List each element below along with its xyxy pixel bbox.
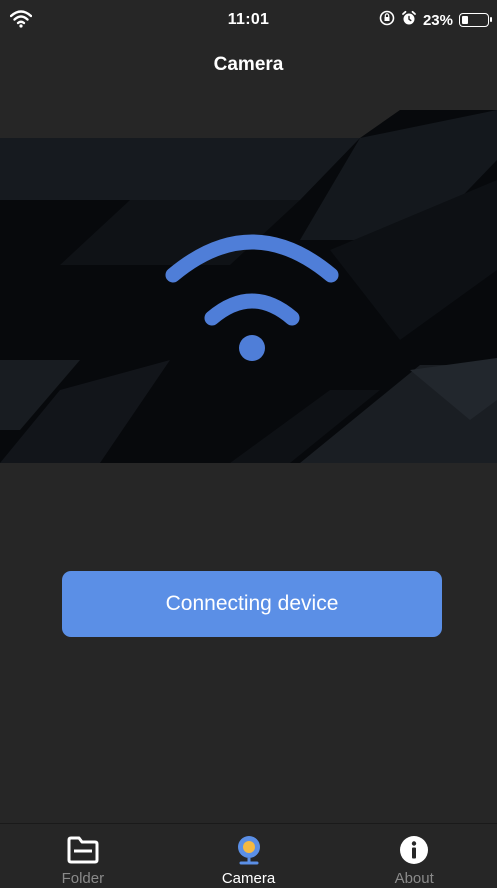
info-icon bbox=[398, 834, 430, 866]
tab-folder[interactable]: Folder bbox=[0, 824, 166, 888]
camera-icon bbox=[235, 834, 263, 866]
alarm-icon bbox=[401, 10, 417, 30]
tab-about[interactable]: About bbox=[331, 824, 497, 888]
hero-banner bbox=[0, 90, 497, 463]
orientation-lock-icon bbox=[379, 10, 395, 30]
tab-bar: Folder Camera About bbox=[0, 823, 497, 888]
folder-icon bbox=[67, 834, 99, 866]
battery-percent: 23% bbox=[422, 11, 453, 29]
tab-camera[interactable]: Camera bbox=[166, 824, 332, 888]
nav-bar: Camera bbox=[0, 40, 497, 90]
page-title: Camera bbox=[213, 54, 284, 75]
battery-icon bbox=[459, 13, 492, 27]
tab-about-label: About bbox=[394, 870, 434, 887]
connecting-device-button[interactable]: Connecting device bbox=[62, 571, 442, 637]
tab-camera-label: Camera bbox=[221, 870, 276, 887]
tab-folder-label: Folder bbox=[61, 870, 105, 887]
status-bar: 11:01 23% bbox=[0, 0, 497, 40]
